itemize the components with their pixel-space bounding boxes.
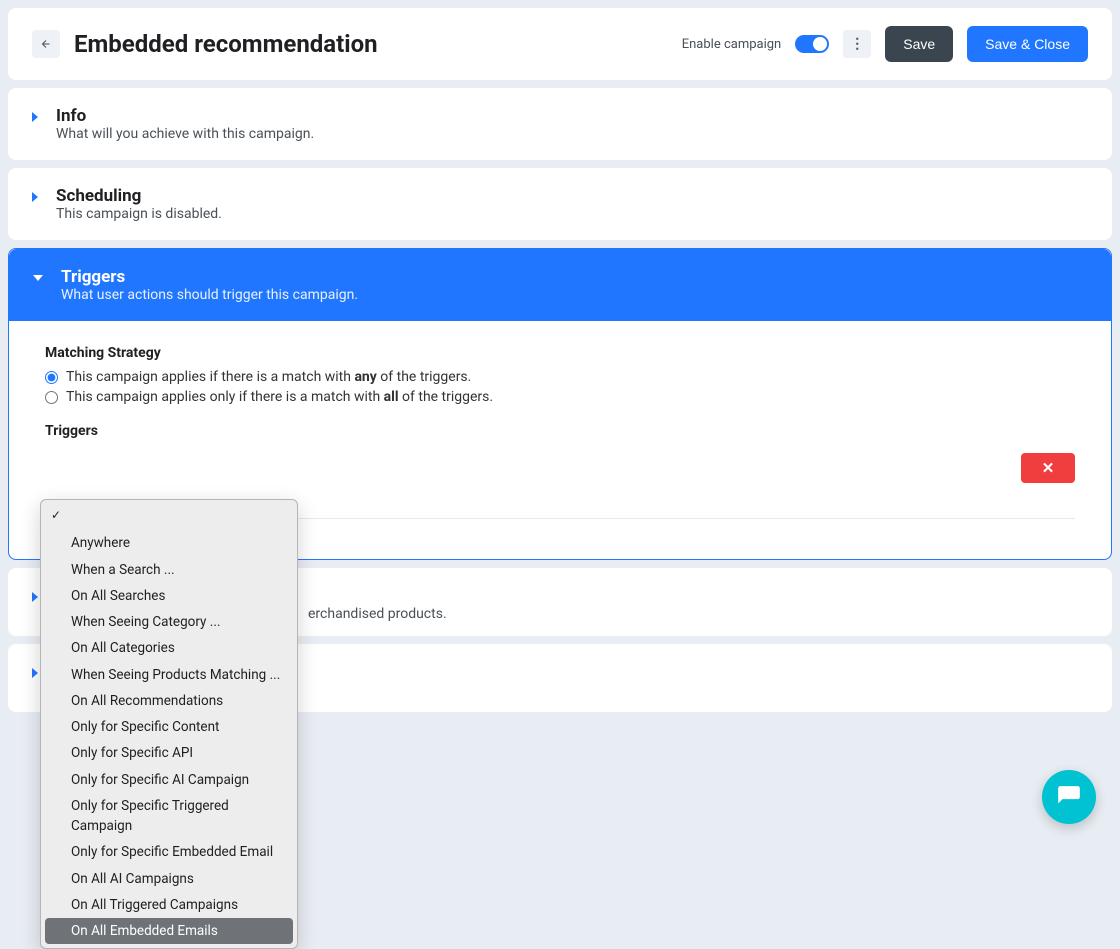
dropdown-item[interactable]: Only for Specific AI Campaign <box>41 767 297 793</box>
dropdown-item[interactable]: When Seeing Category ... <box>41 609 297 635</box>
save-close-button[interactable]: Save & Close <box>967 26 1088 62</box>
matching-strategy-label: Matching Strategy <box>45 345 1075 361</box>
more-menu-button[interactable]: ⋮ <box>843 30 871 58</box>
matching-all-option[interactable]: This campaign applies only if there is a… <box>45 389 1075 405</box>
dropdown-item-blank[interactable] <box>41 504 297 530</box>
dropdown-item[interactable]: Anywhere <box>41 530 297 556</box>
page-title: Embedded recommendation <box>74 30 668 58</box>
dropdown-item[interactable]: Only for Specific Content <box>41 714 297 740</box>
chat-widget-button[interactable] <box>1042 770 1096 824</box>
dropdown-item[interactable]: When Seeing Products Matching ... <box>41 662 297 688</box>
chevron-right-icon <box>32 192 38 202</box>
matching-all-radio[interactable] <box>45 391 58 404</box>
triggers-list-label: Triggers <box>45 423 1075 439</box>
section-triggers-header[interactable]: Triggers What user actions should trigge… <box>9 249 1111 321</box>
dropdown-item[interactable]: When a Search ... <box>41 557 297 583</box>
dropdown-item[interactable]: On All Categories <box>41 635 297 661</box>
chevron-down-icon <box>33 275 43 281</box>
section-scheduling-title: Scheduling <box>56 186 222 206</box>
section-info-title: Info <box>56 106 314 126</box>
dropdown-item[interactable]: On All AI Campaigns <box>41 866 297 892</box>
remove-trigger-button[interactable]: ✕ <box>1021 453 1075 483</box>
section-info[interactable]: Info What will you achieve with this cam… <box>8 88 1112 160</box>
dropdown-item[interactable]: On All Searches <box>41 583 297 609</box>
section-triggers-title: Triggers <box>61 267 358 287</box>
back-button[interactable] <box>32 30 60 58</box>
matching-any-radio[interactable] <box>45 371 58 384</box>
page-header: Embedded recommendation Enable campaign … <box>8 8 1112 80</box>
matching-any-option[interactable]: This campaign applies if there is a matc… <box>45 369 1075 385</box>
chat-icon <box>1056 784 1082 810</box>
chevron-right-icon <box>32 592 38 602</box>
dropdown-item[interactable]: On All Triggered Campaigns <box>41 892 297 918</box>
chevron-right-icon <box>32 112 38 122</box>
section-info-subtitle: What will you achieve with this campaign… <box>56 126 314 142</box>
section-triggers-subtitle: What user actions should trigger this ca… <box>61 287 358 303</box>
dropdown-item[interactable]: Only for Specific API <box>41 740 297 766</box>
merchandising-subtitle-tail: erchandised products. <box>308 586 1088 622</box>
enable-campaign-label: Enable campaign <box>682 37 782 52</box>
chevron-right-icon <box>32 668 38 678</box>
enable-campaign-toggle[interactable] <box>795 35 829 53</box>
dropdown-item[interactable]: Only for Specific Triggered Campaign <box>41 793 297 840</box>
section-scheduling-subtitle: This campaign is disabled. <box>56 206 222 222</box>
dropdown-item[interactable]: Only for Specific Embedded Email <box>41 839 297 865</box>
save-button[interactable]: Save <box>885 26 953 62</box>
section-scheduling[interactable]: Scheduling This campaign is disabled. <box>8 168 1112 240</box>
dropdown-item[interactable]: On All Recommendations <box>41 688 297 714</box>
dropdown-item[interactable]: On All Embedded Emails <box>45 918 293 944</box>
trigger-type-dropdown: AnywhereWhen a Search ...On All Searches… <box>40 499 298 949</box>
